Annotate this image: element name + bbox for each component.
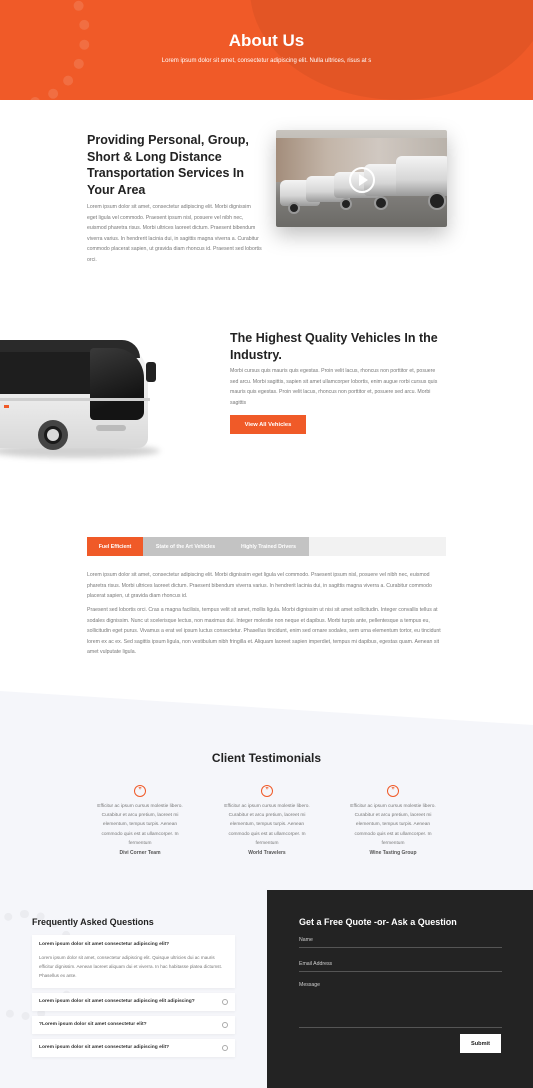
page-subtitle: Lorem ipsum dolor sit amet, consectetur … — [161, 58, 372, 64]
view-all-vehicles-button[interactable]: View All Vehicles — [230, 415, 306, 434]
page-title: About Us — [228, 31, 305, 50]
expand-icon — [222, 1022, 228, 1028]
faq-item[interactable]: ?Lorem ipsum dolor sit amet consectetur … — [32, 1016, 235, 1034]
email-field[interactable] — [299, 957, 502, 972]
faq-question: ?Lorem ipsum dolor sit amet consectetur … — [39, 1022, 147, 1027]
expand-icon — [222, 999, 228, 1005]
intro-heading: Providing Personal, Group, Short & Long … — [87, 133, 249, 197]
play-triangle-icon — [359, 174, 368, 186]
name-field[interactable] — [299, 933, 502, 948]
bus-headlight — [96, 425, 126, 431]
testimonials-title: Client Testimonials — [211, 751, 322, 765]
faq-question: Lorem ipsum dolor sit amet consectetur a… — [39, 1045, 170, 1050]
tab-fuel-efficient[interactable]: Fuel Efficient — [87, 537, 143, 556]
testimonial-text: Efficitur ac ipsum cursus molestie liber… — [97, 804, 183, 846]
quote-icon: ” — [387, 785, 399, 797]
faq-item[interactable]: Lorem ipsum dolor sit amet consectetur a… — [32, 993, 235, 1011]
faq-item[interactable]: Lorem ipsum dolor sit amet consectetur a… — [32, 1039, 235, 1057]
tab-trained-drivers[interactable]: Highly Trained Drivers — [228, 537, 309, 556]
video-thumbnail-car — [396, 156, 447, 196]
submit-button[interactable]: Submit — [460, 1034, 501, 1053]
bus-windshield — [90, 348, 144, 420]
vehicles-body: Morbi cursus quis mauris quis egestas. P… — [230, 368, 438, 406]
message-field[interactable] — [299, 982, 502, 1028]
faq-question: Lorem ipsum dolor sit amet consectetur a… — [39, 942, 170, 947]
quote-icon: ” — [261, 785, 273, 797]
intro-body: Lorem ipsum dolor sit amet, consectetur … — [87, 204, 262, 263]
testimonial-author: Divi Corner Team — [119, 850, 161, 856]
bus-marker-light — [4, 405, 9, 408]
testimonial-text: Efficitur ac ipsum cursus molestie liber… — [350, 804, 436, 846]
bus-window — [0, 352, 90, 394]
testimonial-text: Efficitur ac ipsum cursus molestie liber… — [224, 804, 310, 846]
faq-title: Frequently Asked Questions — [32, 917, 154, 927]
tab-content-paragraph: Praesent sed lobortis orci. Cras a magna… — [87, 607, 441, 655]
tab-content-paragraph: Lorem ipsum dolor sit amet, consectetur … — [87, 572, 432, 599]
car-wheel — [288, 202, 300, 214]
car-wheel — [340, 198, 352, 210]
vehicles-heading: The Highest Quality Vehicles In the Indu… — [230, 331, 438, 362]
car-wheel — [374, 196, 388, 210]
quote-icon: ” — [134, 785, 146, 797]
testimonial-author: World Travelers — [248, 850, 286, 856]
bus-stripe — [0, 398, 150, 401]
bus-mirror — [146, 362, 156, 382]
tab-state-of-the-art[interactable]: State of the Art Vehicles — [143, 537, 228, 556]
testimonial-author: Wine Tasting Group — [369, 850, 417, 856]
expand-icon — [222, 1045, 228, 1051]
faq-item-open[interactable]: Lorem ipsum dolor sit amet consectetur a… — [32, 935, 235, 988]
bus-hub — [47, 429, 59, 441]
quote-form-title: Get a Free Quote -or- Ask a Question — [299, 917, 457, 927]
faq-answer: Lorem ipsum dolor sit amet, consectetur … — [39, 955, 222, 978]
car-wheel — [428, 192, 446, 210]
section-divider — [0, 685, 533, 725]
video-player[interactable] — [276, 130, 447, 227]
faq-question: Lorem ipsum dolor sit amet consectetur a… — [39, 999, 195, 1004]
